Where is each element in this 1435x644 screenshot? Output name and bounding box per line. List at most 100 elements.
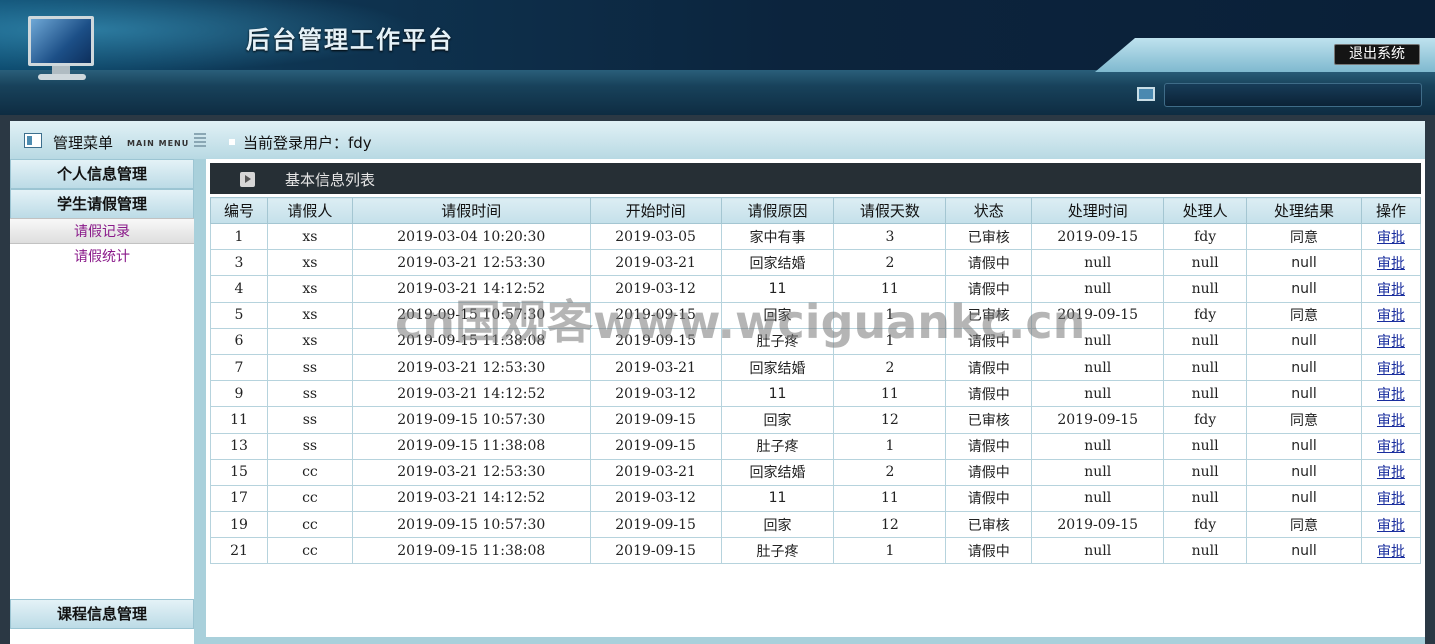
table-cell: xs — [266, 222, 353, 251]
table-cell: 2019-03-21 — [589, 458, 722, 486]
table-cell: 2019-03-05 — [589, 222, 722, 251]
collapse-lines-icon[interactable] — [194, 133, 206, 147]
table-cell: 请假中 — [945, 249, 1033, 277]
table-cell: 家中有事 — [720, 222, 835, 251]
column-header: 请假时间 — [351, 197, 591, 224]
table-cell: cc — [266, 458, 353, 486]
table-cell: 12 — [833, 511, 947, 539]
sidebar-item-leave-records[interactable]: 请假记录 — [10, 218, 194, 244]
table-row: 9 ss 2019-03-21 14:12:52 2019-03-12 11 11 请假中 n… — [210, 380, 1422, 408]
table-cell: 2019-03-21 14:12:52 — [351, 484, 591, 513]
table-cell: 请假中 — [945, 537, 1033, 565]
table-cell: 11 — [833, 380, 947, 408]
table-cell: 1 — [833, 432, 947, 460]
sidebar-section-student-leave[interactable]: 学生请假管理 — [10, 189, 194, 219]
sidebar-section-course-info[interactable]: 课程信息管理 — [10, 599, 194, 629]
action-cell: 审批 — [1360, 511, 1422, 539]
column-header: 编号 — [210, 197, 268, 224]
approve-link[interactable]: 审批 — [1377, 491, 1405, 507]
table-cell: 回家结婚 — [720, 249, 835, 277]
table-cell: 肚子疼 — [720, 327, 835, 355]
approve-link[interactable]: 审批 — [1377, 518, 1405, 534]
column-header: 开始时间 — [589, 197, 722, 224]
table-cell: 2019-03-12 — [589, 380, 722, 408]
table-cell: 请假中 — [945, 327, 1033, 355]
column-header: 处理结果 — [1246, 197, 1362, 224]
approve-link[interactable]: 审批 — [1377, 256, 1405, 272]
approve-link[interactable]: 审批 — [1377, 334, 1405, 350]
leave-records-table: 编号 请假人 请假时间 开始时间 请假原因 请假天数 状态 处理时间 处理人 处理结果 操作 1 xs… — [210, 197, 1422, 565]
action-cell: 审批 — [1360, 327, 1422, 355]
content-frame: 管理菜单 MAIN MENU 当前登录用户：fdy 个人信息管理 学生请假管理 … — [10, 121, 1425, 644]
approve-link[interactable]: 审批 — [1377, 282, 1405, 298]
table-row: 17 cc 2019-03-21 14:12:52 2019-03-12 11 11 请假中… — [210, 484, 1422, 513]
approve-link[interactable]: 审批 — [1377, 308, 1405, 324]
table-body: 1 xs 2019-03-04 10:20:30 2019-03-05 家中有事 3 已审核… — [210, 222, 1422, 565]
table-row: 19 cc 2019-09-15 10:57:30 2019-09-15 回家 12 已审核… — [210, 511, 1422, 539]
table-cell: 请假中 — [945, 484, 1033, 513]
table-cell: null — [1163, 537, 1248, 565]
table-cell: 2 — [833, 458, 947, 486]
main-content: 基本信息列表 编号 请假人 请假时间 开始时间 请假原因 请假天数 状态 处理时间 处理人 处理结… — [206, 159, 1425, 639]
current-user-label: 当前登录用户：fdy — [243, 134, 372, 152]
table-cell: null — [1031, 327, 1165, 355]
table-cell: 11 — [720, 275, 835, 303]
table-cell: 2019-09-15 10:57:30 — [351, 511, 591, 539]
menu-icon — [24, 133, 42, 148]
action-cell: 审批 — [1360, 301, 1422, 329]
table-cell: 同意 — [1246, 222, 1362, 251]
table-cell: 2019-03-21 — [589, 353, 722, 382]
table-cell: null — [1246, 432, 1362, 460]
column-header: 请假天数 — [833, 197, 947, 224]
table-cell: 2 — [833, 249, 947, 277]
approve-link[interactable]: 审批 — [1377, 230, 1405, 246]
approve-link[interactable]: 审批 — [1377, 413, 1405, 429]
table-cell: 回家 — [720, 301, 835, 329]
action-cell: 审批 — [1360, 406, 1422, 434]
table-cell: null — [1163, 432, 1248, 460]
table-cell: 2019-09-15 — [589, 301, 722, 329]
table-row: 7 ss 2019-03-21 12:53:30 2019-03-21 回家结婚 2 请假中… — [210, 353, 1422, 382]
table-cell: 2019-09-15 — [1031, 406, 1165, 434]
action-cell: 审批 — [1360, 432, 1422, 460]
table-cell: 2019-09-15 — [589, 511, 722, 539]
approve-link[interactable]: 审批 — [1377, 465, 1405, 481]
header: 后台管理工作平台 退出系统 — [0, 0, 1435, 115]
table-cell: 请假中 — [945, 432, 1033, 460]
action-cell: 审批 — [1360, 537, 1422, 565]
table-cell: 2019-09-15 11:38:08 — [351, 327, 591, 355]
table-cell: 1 — [833, 301, 947, 329]
action-cell: 审批 — [1360, 249, 1422, 277]
sidebar-item-leave-statistics[interactable]: 请假统计 — [10, 244, 194, 270]
table-cell: null — [1031, 484, 1165, 513]
table-cell: cc — [266, 511, 353, 539]
header-status-bar — [1164, 83, 1422, 107]
table-cell: ss — [266, 432, 353, 460]
table-cell: 19 — [210, 511, 268, 539]
table-cell: cc — [266, 537, 353, 565]
table-cell: 2019-09-15 — [1031, 222, 1165, 251]
sidebar-section-personal-info[interactable]: 个人信息管理 — [10, 159, 194, 189]
logout-button[interactable]: 退出系统 — [1334, 44, 1420, 65]
table-cell: 2019-09-15 — [589, 537, 722, 565]
table-cell: 请假中 — [945, 275, 1033, 303]
table-cell: 回家结婚 — [720, 458, 835, 486]
table-cell: ss — [266, 380, 353, 408]
approve-link[interactable]: 审批 — [1377, 544, 1405, 560]
table-cell: null — [1163, 353, 1248, 382]
app-title: 后台管理工作平台 — [246, 26, 454, 54]
table-cell: 2019-03-12 — [589, 275, 722, 303]
approve-link[interactable]: 审批 — [1377, 361, 1405, 377]
table-cell: xs — [266, 301, 353, 329]
table-cell: cc — [266, 484, 353, 513]
approve-link[interactable]: 审批 — [1377, 387, 1405, 403]
table-cell: 回家 — [720, 511, 835, 539]
table-cell: 回家结婚 — [720, 353, 835, 382]
table-cell: 11 — [720, 380, 835, 408]
frame-bottom — [206, 637, 1425, 644]
table-cell: 2019-09-15 10:57:30 — [351, 406, 591, 434]
approve-link[interactable]: 审批 — [1377, 439, 1405, 455]
table-cell: null — [1031, 249, 1165, 277]
column-header: 处理人 — [1163, 197, 1248, 224]
action-cell: 审批 — [1360, 353, 1422, 382]
